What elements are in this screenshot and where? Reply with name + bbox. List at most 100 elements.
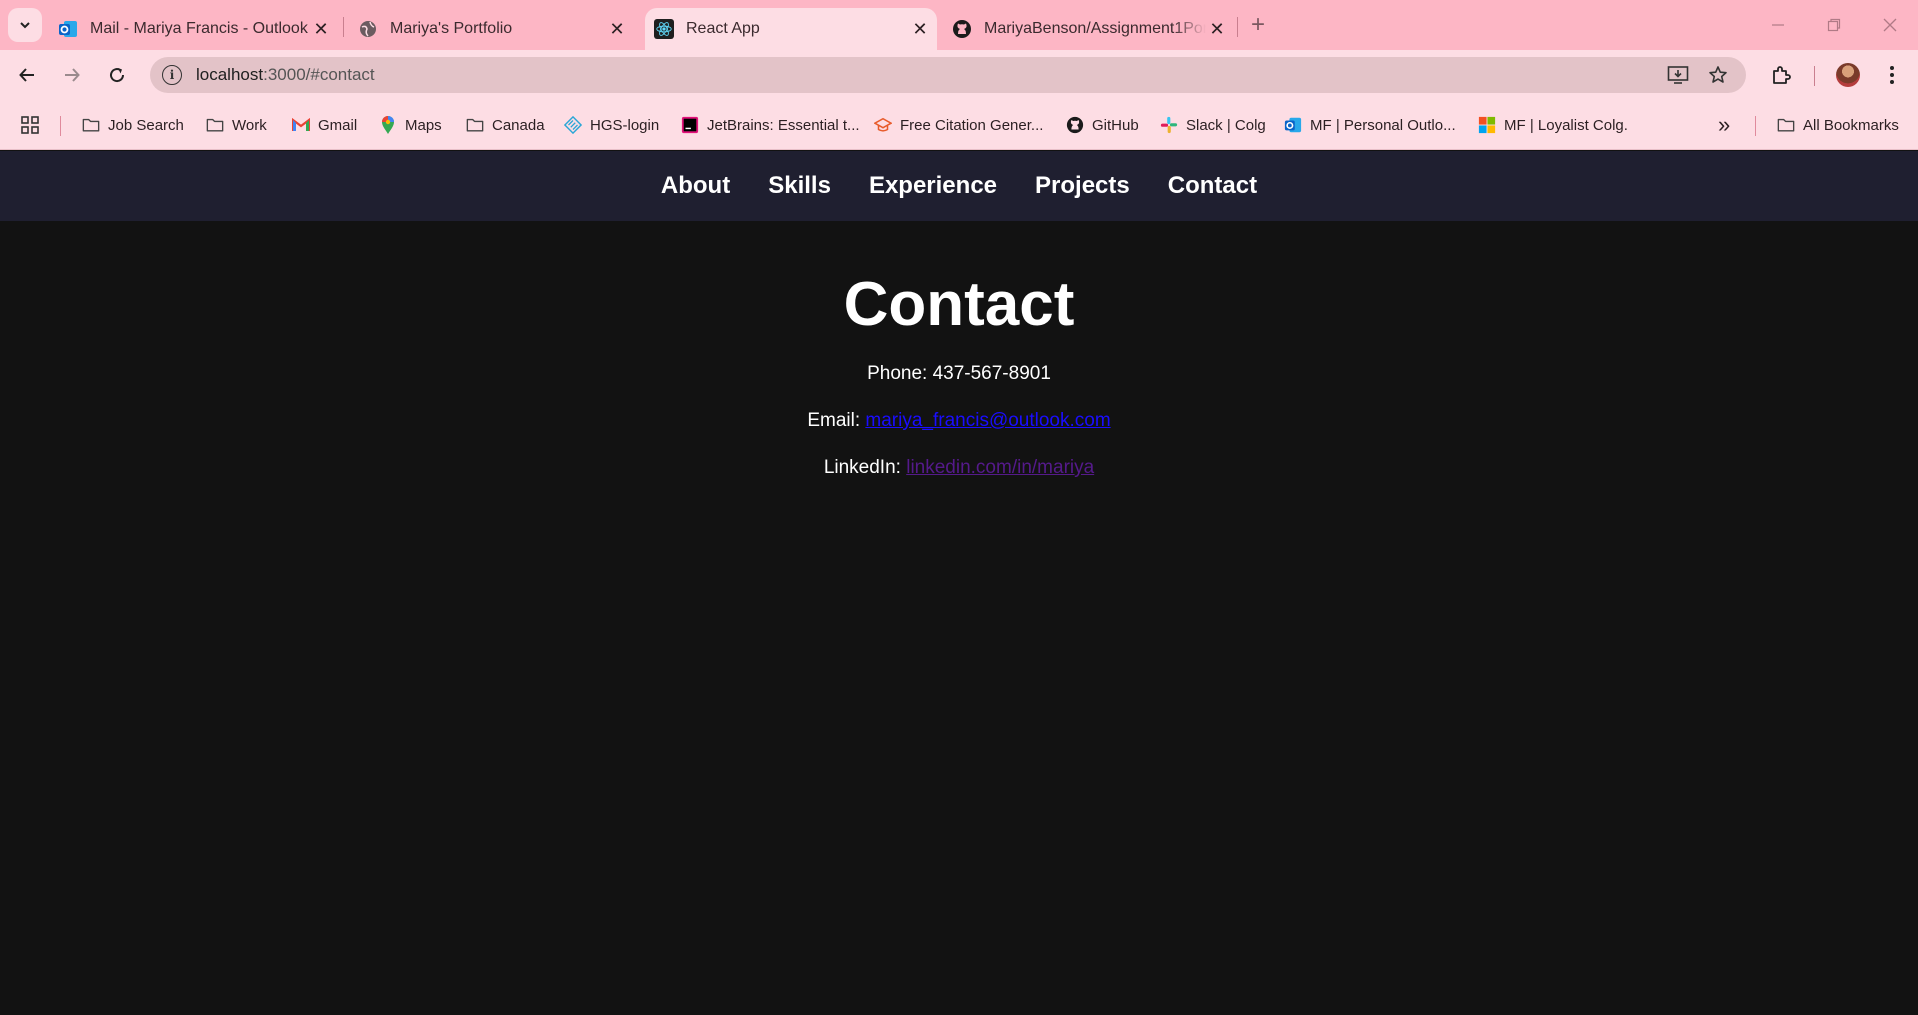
kebab-menu-icon xyxy=(1890,66,1894,84)
nav-projects[interactable]: Projects xyxy=(1035,172,1130,200)
bookmark-free-citation[interactable]: Free Citation Gener... xyxy=(874,114,1043,136)
bookmark-label: Gmail xyxy=(318,116,358,134)
browser-toolbar: i localhost:3000/#contact xyxy=(0,50,1918,100)
folder-icon xyxy=(466,116,484,134)
tab-strip: Mail - Mariya Francis - Outlook ✕ Mariya… xyxy=(0,0,1918,50)
site-nav: About Skills Experience Projects Contact xyxy=(0,151,1918,221)
restore-button[interactable] xyxy=(1814,10,1854,40)
email-line: Email: mariya_francis@outlook.com xyxy=(0,408,1918,433)
bookmark-label: Canada xyxy=(492,116,545,134)
apps-button[interactable] xyxy=(21,114,47,136)
folder-icon xyxy=(206,116,224,134)
chevron-down-icon xyxy=(20,22,30,29)
phone-line: Phone: 437-567-8901 xyxy=(867,363,1051,384)
bookmark-label: GitHub xyxy=(1092,116,1139,134)
close-window-button[interactable] xyxy=(1870,10,1910,40)
forward-button[interactable] xyxy=(56,59,88,91)
menu-button[interactable] xyxy=(1876,59,1908,91)
tab-title: React App xyxy=(686,20,760,37)
close-icon xyxy=(1883,18,1897,32)
bookmark-slack[interactable]: Slack | Colg xyxy=(1160,114,1266,136)
tab-title: MariyaBenson/Assignment1Por xyxy=(984,20,1206,37)
bookmark-label: Maps xyxy=(405,116,442,134)
bookmark-mf-loyalist[interactable]: MF | Loyalist Colg. xyxy=(1478,114,1628,136)
new-tab-button[interactable]: + xyxy=(1245,11,1271,38)
globe-icon xyxy=(358,19,378,39)
linkedin-label: LinkedIn: xyxy=(823,457,907,478)
tab-title: Mariya's Portfolio xyxy=(390,20,513,37)
bookmark-divider xyxy=(1755,116,1756,136)
maps-icon xyxy=(379,116,397,134)
github-icon xyxy=(1066,116,1084,134)
reload-button[interactable] xyxy=(101,59,133,91)
page-viewport: About Skills Experience Projects Contact… xyxy=(0,151,1918,1015)
nav-experience[interactable]: Experience xyxy=(869,172,997,200)
slack-icon xyxy=(1160,116,1178,134)
bookmark-label: Free Citation Gener... xyxy=(900,116,1044,134)
folder-icon xyxy=(82,116,100,134)
minimize-icon xyxy=(1772,24,1784,26)
github-icon xyxy=(952,19,972,39)
microsoft-icon xyxy=(1478,116,1496,134)
back-arrow-icon xyxy=(19,68,34,82)
close-icon[interactable]: ✕ xyxy=(1206,18,1228,40)
bookmark-label: Slack | Colg xyxy=(1186,116,1266,134)
puzzle-icon xyxy=(1773,66,1791,84)
bookmarks-overflow-button[interactable]: » xyxy=(1718,112,1730,137)
tab-divider xyxy=(1237,17,1238,37)
tab-github[interactable]: MariyaBenson/Assignment1Por ✕ xyxy=(952,8,1228,50)
bookmark-hgs-login[interactable]: HGS-login xyxy=(564,114,659,136)
back-button[interactable] xyxy=(11,59,43,91)
toolbar-divider xyxy=(1814,66,1815,86)
bookmark-github[interactable]: GitHub xyxy=(1066,114,1139,136)
profile-avatar[interactable] xyxy=(1836,63,1860,87)
email-link[interactable]: mariya_francis@outlook.com xyxy=(865,410,1110,431)
jetbrains-icon xyxy=(681,116,699,134)
tab-divider xyxy=(343,17,344,37)
bookmark-gmail[interactable]: Gmail xyxy=(292,114,357,136)
outlook-icon xyxy=(58,19,78,39)
bookmark-label: All Bookmarks xyxy=(1803,116,1899,134)
forward-arrow-icon xyxy=(65,68,80,82)
minimize-button[interactable] xyxy=(1758,10,1798,40)
linkedin-link[interactable]: linkedin.com/in/mariya xyxy=(906,457,1094,478)
url-text[interactable]: localhost:3000/#contact xyxy=(196,65,375,85)
react-icon xyxy=(654,19,674,39)
bookmark-jetbrains[interactable]: JetBrains: Essential t... xyxy=(681,114,860,136)
bookmark-work[interactable]: Work xyxy=(206,114,267,136)
contact-section: Contact Phone: 437-567-8901 Email: mariy… xyxy=(0,221,1918,480)
close-icon[interactable]: ✕ xyxy=(310,18,332,40)
bookmark-maps[interactable]: Maps xyxy=(379,114,442,136)
bookmark-label: MF | Personal Outlo... xyxy=(1310,116,1456,134)
url-path: :3000/#contact xyxy=(263,65,375,84)
bookmark-label: MF | Loyalist Colg. xyxy=(1504,116,1628,134)
address-bar[interactable]: i localhost:3000/#contact xyxy=(150,57,1746,93)
all-bookmarks-button[interactable]: All Bookmarks xyxy=(1777,114,1899,136)
tab-outlook[interactable]: Mail - Mariya Francis - Outlook ✕ xyxy=(58,8,332,50)
nav-skills[interactable]: Skills xyxy=(768,172,831,200)
citation-icon xyxy=(874,116,892,134)
bookmark-label: Work xyxy=(232,116,267,134)
install-app-icon[interactable] xyxy=(1666,63,1690,87)
tab-search-button[interactable] xyxy=(8,8,42,42)
bookmark-divider xyxy=(60,116,61,136)
page-title: Contact xyxy=(843,270,1075,339)
bookmark-mf-personal-outlook[interactable]: MF | Personal Outlo... xyxy=(1284,114,1456,136)
outlook-icon xyxy=(1284,116,1302,134)
close-icon[interactable]: ✕ xyxy=(606,18,628,40)
apps-grid-icon xyxy=(21,116,39,134)
bookmark-star-icon[interactable] xyxy=(1706,63,1730,87)
gmail-icon xyxy=(292,116,310,134)
tab-portfolio[interactable]: Mariya's Portfolio ✕ xyxy=(358,8,628,50)
bookmark-canada[interactable]: Canada xyxy=(466,114,545,136)
nav-contact[interactable]: Contact xyxy=(1168,172,1257,200)
folder-icon xyxy=(1777,116,1795,134)
linkedin-line: LinkedIn: linkedin.com/in/mariya xyxy=(0,455,1918,480)
site-info-icon[interactable]: i xyxy=(162,65,182,85)
nav-about[interactable]: About xyxy=(661,172,730,200)
bookmark-job-search[interactable]: Job Search xyxy=(82,114,184,136)
tab-react-app[interactable]: React App ✕ xyxy=(645,8,937,50)
close-icon[interactable]: ✕ xyxy=(909,18,931,40)
url-host: localhost xyxy=(196,65,264,84)
extensions-button[interactable] xyxy=(1765,59,1797,91)
